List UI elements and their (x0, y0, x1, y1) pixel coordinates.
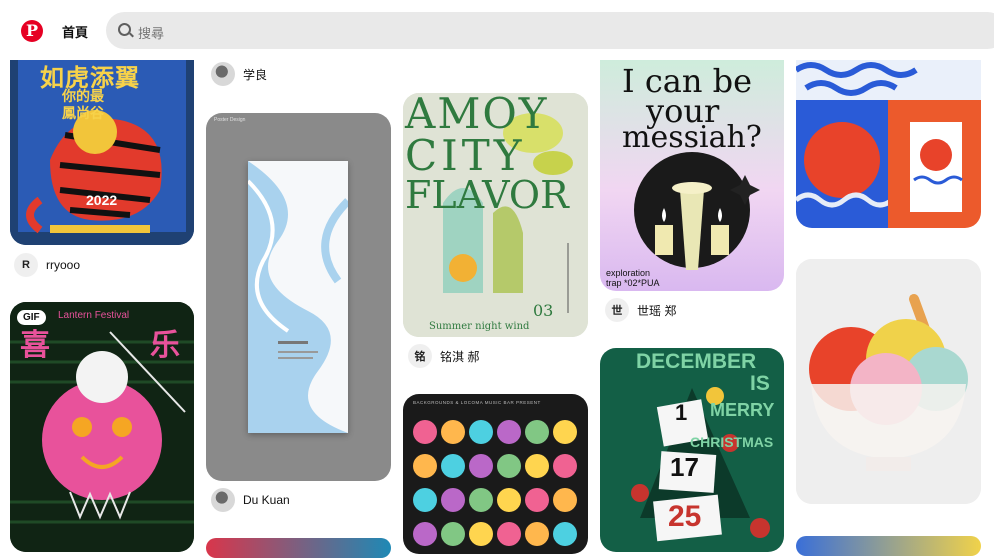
marble-poster-sheet (248, 161, 348, 433)
avatar (211, 62, 235, 86)
pin-user-mingqi[interactable]: 铭 铭淇 郝 (408, 344, 479, 368)
dot-decoration (413, 420, 437, 444)
pin-amoy-number: 03 (533, 301, 554, 320)
username: Du Kuan (243, 493, 290, 507)
pin-december-line2: IS (750, 372, 770, 395)
pin-amoy-city-flavor[interactable]: AMOY CITY FLAVOR 03 Summer night wind (403, 93, 588, 337)
pin-sun-waves[interactable] (796, 40, 981, 228)
username: 学良 (243, 67, 268, 82)
dot-decoration (441, 488, 465, 512)
pin-december-christmas[interactable]: DECEMBER IS MERRY CHRISTMAS 1 17 25 (600, 348, 784, 552)
pin-tiger-year: 2022 (86, 192, 118, 208)
dot-decoration (469, 488, 493, 512)
top-bar: P 首頁 搜尋 (0, 0, 994, 60)
pin-user-rryooo[interactable]: R rryooo (14, 253, 80, 277)
avatar (211, 488, 235, 512)
pin-amoy-line3: FLAVOR (405, 173, 569, 217)
search-bar[interactable] (106, 12, 994, 49)
dot-decoration (525, 488, 549, 512)
pin-lantern-festival[interactable]: GIF Lantern Festival 喜 乐 (10, 302, 194, 552)
pin-tiger-subtitle: 你的最 鳳尚谷 (62, 88, 104, 121)
pin-tiger-poster[interactable]: 如虎添翼 你的最 鳳尚谷 2022 (10, 40, 194, 245)
pin-december-line3: MERRY (710, 400, 775, 420)
dot-decoration (441, 522, 465, 546)
username: 世瑶 郑 (637, 303, 677, 318)
pin-bottom-col5[interactable] (796, 536, 981, 556)
pin-ice-cream-bowl[interactable] (796, 259, 981, 504)
dot-decoration (497, 420, 521, 444)
dot-decoration (553, 522, 577, 546)
pin-december-line4: CHRISTMAS (690, 434, 774, 450)
dot-decoration (413, 488, 437, 512)
search-input[interactable]: 搜尋 (138, 23, 164, 42)
dot-decoration (497, 522, 521, 546)
dot-decoration (553, 454, 577, 478)
dot-decoration (553, 420, 577, 444)
pin-marble-poster[interactable]: Poster Design (206, 113, 391, 481)
home-tab[interactable]: 首頁 (62, 22, 88, 41)
dot-decoration (525, 420, 549, 444)
pin-lantern-char-left: 喜 (20, 329, 50, 362)
pin-bottom-col2[interactable] (206, 538, 391, 558)
pin-music-bar-dots[interactable]: BACKGROUNDS & LOCOMA MUSIC BAR PRESENT (403, 394, 588, 554)
dots-graphic (413, 420, 577, 546)
dot-decoration (525, 522, 549, 546)
pin-messiah-line3: messiah? (622, 120, 762, 155)
avatar: R (14, 253, 38, 277)
pin-messiah-poster[interactable]: I can be your messiah? exploration trap … (600, 40, 784, 291)
dot-decoration (469, 454, 493, 478)
pin-user-shiyao[interactable]: 世 世瑶 郑 (605, 298, 676, 322)
username: 铭淇 郝 (440, 349, 480, 364)
pin-december-n2: 17 (670, 452, 699, 482)
avatar: 世 (605, 298, 629, 322)
pin-december-n3: 25 (668, 500, 702, 533)
dot-decoration (553, 488, 577, 512)
dot-decoration (413, 522, 437, 546)
search-icon (118, 23, 131, 36)
pinterest-logo-icon[interactable]: P (21, 20, 43, 42)
pin-december-n1: 1 (675, 400, 688, 425)
pin-messiah-caption: exploration trap *02*PUA (606, 268, 660, 288)
username: rryooo (46, 258, 81, 272)
pin-user-du-kuan[interactable]: Du Kuan (211, 488, 290, 512)
dot-decoration (525, 454, 549, 478)
pin-lantern-title: Lantern Festival (58, 310, 130, 321)
avatar: 铭 (408, 344, 432, 368)
dot-decoration (469, 420, 493, 444)
pin-amoy-caption: Summer night wind (429, 321, 530, 332)
dot-decoration (441, 454, 465, 478)
pin-user-top2[interactable]: 学良 (211, 62, 267, 86)
dot-decoration (441, 420, 465, 444)
pin-lantern-char-right: 乐 (150, 329, 180, 362)
dot-decoration (469, 522, 493, 546)
dot-decoration (497, 488, 521, 512)
pin-december-line1: DECEMBER (636, 350, 757, 373)
pin-marble-header: Poster Design (214, 117, 246, 123)
dot-decoration (497, 454, 521, 478)
dot-decoration (413, 454, 437, 478)
